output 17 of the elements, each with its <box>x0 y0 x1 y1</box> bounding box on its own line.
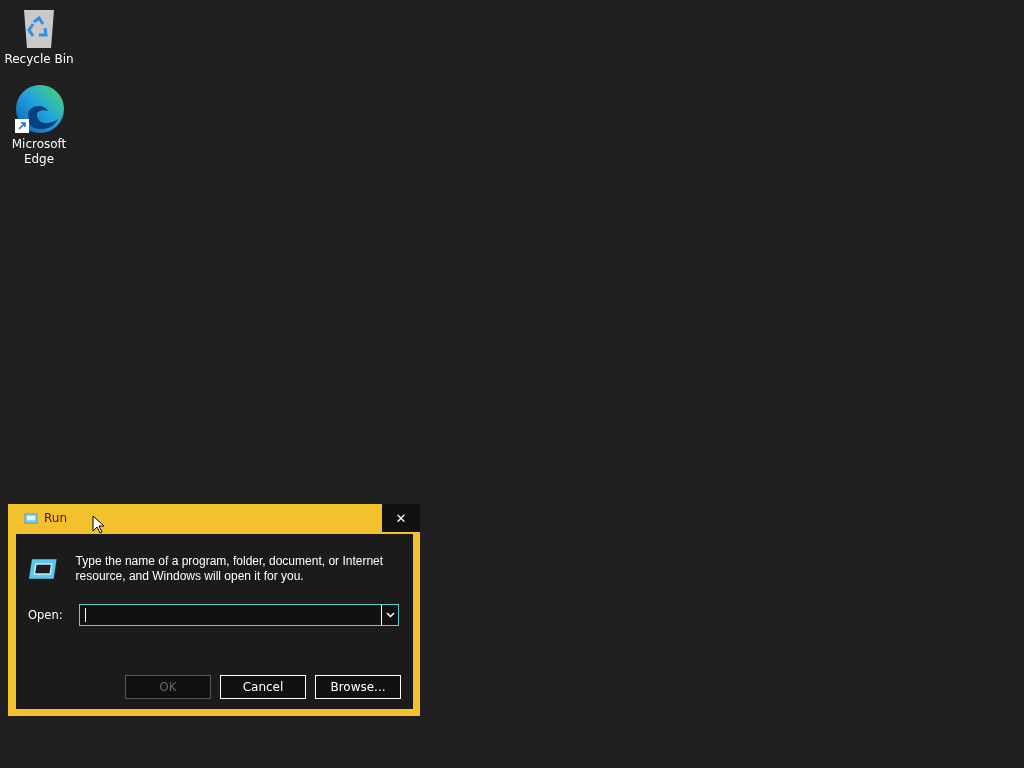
window-title: Run <box>44 511 67 525</box>
mouse-cursor-icon <box>92 515 104 534</box>
description-text: Type the name of a program, folder, document, or Internet resource, and Windows will open it for you. <box>75 554 385 584</box>
dialog-button[interactable]: Browse... <box>315 675 401 699</box>
chevron-down-icon <box>385 612 395 618</box>
dialog-button[interactable]: Cancel <box>220 675 306 699</box>
dropdown-button[interactable] <box>381 605 398 625</box>
run-icon <box>28 558 58 580</box>
close-button[interactable]: ✕ <box>382 504 420 532</box>
open-combo-box[interactable] <box>79 604 399 626</box>
run-icon <box>24 512 38 524</box>
text-caret <box>85 608 86 622</box>
desktop-icon-label[interactable]: Microsoft Edge <box>1 137 77 167</box>
desktop-icon-label[interactable]: Recycle Bin <box>1 52 77 67</box>
edge-icon <box>14 85 64 135</box>
open-label: Open: <box>28 608 64 622</box>
recycle-bin-icon <box>21 8 57 50</box>
